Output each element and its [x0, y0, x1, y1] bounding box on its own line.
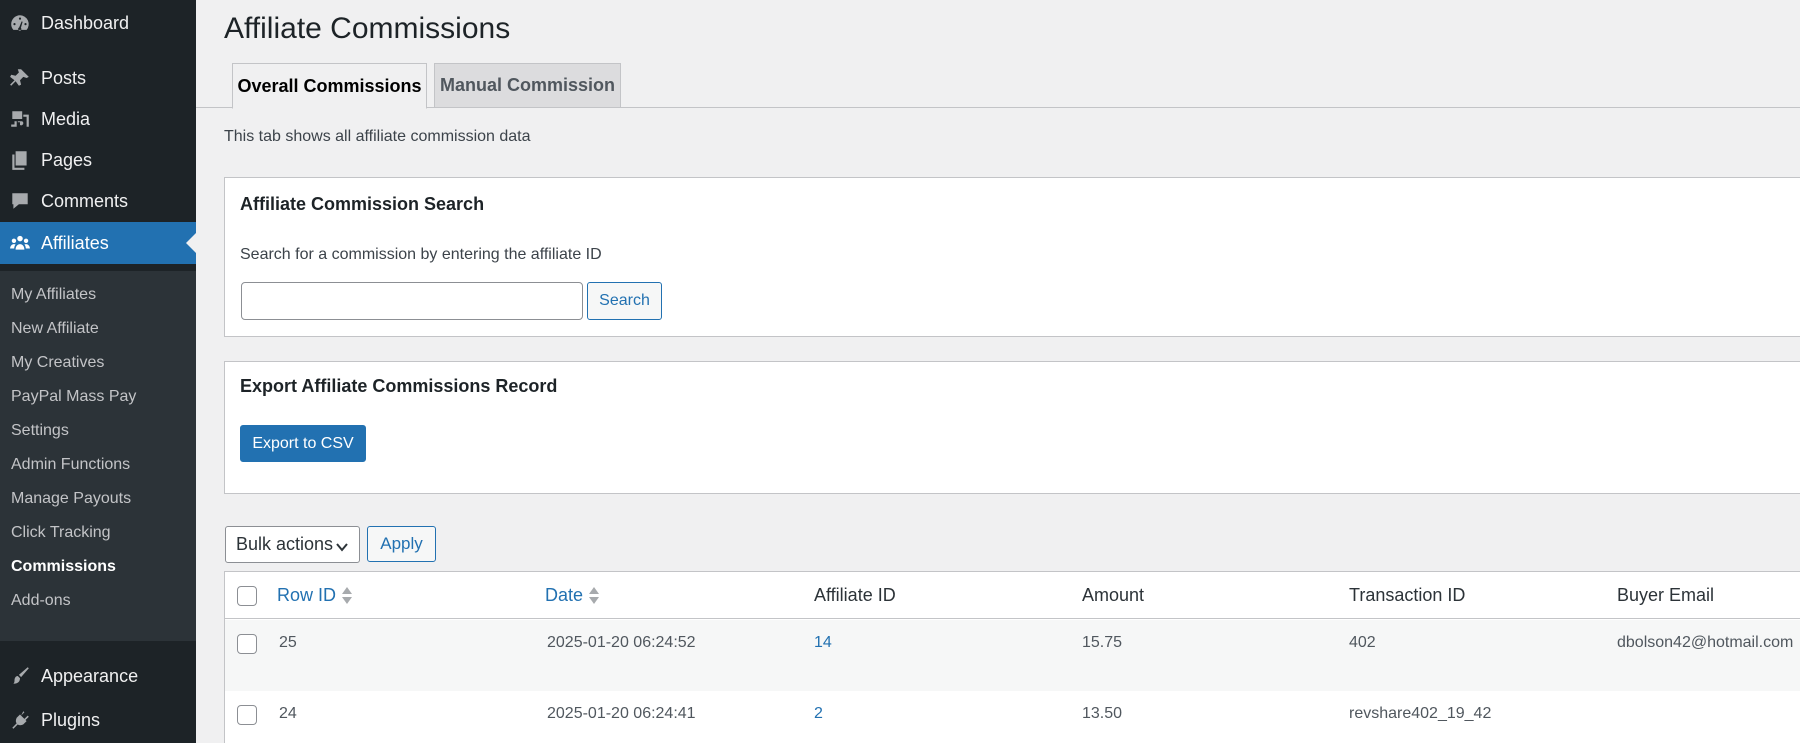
chevron-down-icon — [335, 538, 349, 552]
sort-arrows-icon — [342, 587, 353, 604]
tab-overall-commissions[interactable]: Overall Commissions — [232, 63, 427, 109]
submenu-click-tracking[interactable]: Click Tracking — [11, 522, 111, 544]
commission-search-box: Affiliate Commission Search Search for a… — [224, 177, 1800, 337]
submenu-my-affiliates[interactable]: My Affiliates — [11, 284, 96, 306]
menu-affiliates[interactable]: Affiliates — [0, 222, 196, 264]
submenu-admin-functions[interactable]: Admin Functions — [11, 454, 130, 476]
column-row-id[interactable]: Row ID — [277, 572, 353, 619]
submenu-commissions[interactable]: Commissions — [11, 556, 116, 578]
cell-transaction-id: 402 — [1349, 634, 1376, 651]
menu-media[interactable]: Media — [0, 98, 196, 140]
affiliates-submenu: My Affiliates New Affiliate My Creatives… — [0, 271, 196, 641]
table-header: Row ID Date Affiliate ID Amount Transact… — [225, 572, 1800, 619]
table-row: 25 2025-01-20 06:24:52 14 15.75 402 dbol… — [225, 620, 1800, 691]
cell-affiliate-id-link[interactable]: 14 — [814, 634, 832, 652]
current-menu-arrow — [186, 233, 196, 253]
cell-transaction-id: revshare402_19_42 — [1349, 705, 1492, 722]
page-title: Affiliate Commissions — [224, 12, 511, 45]
cell-amount: 15.75 — [1082, 634, 1123, 651]
cell-buyer-email: dbolson42@hotmail.com — [1617, 634, 1794, 651]
submenu-new-affiliate[interactable]: New Affiliate — [11, 318, 99, 340]
search-box-title: Affiliate Commission Search — [240, 194, 485, 214]
menu-label: Media — [41, 108, 91, 129]
export-commissions-box: Export Affiliate Commissions Record Expo… — [224, 361, 1800, 494]
nav-tab-wrapper: Overall Commissions Manual Commission — [196, 63, 1800, 109]
sort-arrows-icon — [589, 587, 600, 604]
export-box-title: Export Affiliate Commissions Record — [240, 376, 558, 396]
column-label: Row ID — [277, 585, 337, 605]
cell-date: 2025-01-20 06:24:41 — [547, 705, 696, 722]
cell-affiliate-id-link[interactable]: 2 — [814, 705, 823, 723]
brush-icon — [0, 665, 40, 687]
affiliate-id-search-input[interactable] — [241, 282, 583, 320]
column-amount: Amount — [1082, 585, 1145, 605]
search-box-text: Search for a commission by entering the … — [240, 246, 602, 263]
column-date[interactable]: Date — [545, 572, 600, 619]
column-buyer-email: Buyer Email — [1617, 585, 1715, 605]
menu-label: Plugins — [41, 709, 101, 730]
menu-label: Dashboard — [41, 12, 130, 33]
cell-amount: 13.50 — [1082, 705, 1123, 722]
cell-row-id: 25 — [279, 634, 297, 651]
menu-dashboard[interactable]: Dashboard — [0, 2, 196, 44]
menu-label: Pages — [41, 149, 93, 170]
column-affiliate-id: Affiliate ID — [814, 585, 896, 605]
menu-label: Posts — [41, 67, 87, 88]
column-transaction-id: Transaction ID — [1349, 585, 1466, 605]
tab-description: This tab shows all affiliate commission … — [224, 128, 531, 145]
column-label: Date — [545, 585, 584, 605]
submenu-paypal-mass-pay[interactable]: PayPal Mass Pay — [11, 386, 136, 408]
pin-icon — [0, 67, 40, 89]
groups-icon — [0, 232, 40, 254]
commissions-table: Row ID Date Affiliate ID Amount Transact… — [224, 571, 1800, 743]
pages-icon — [0, 149, 40, 171]
menu-appearance[interactable]: Appearance — [0, 655, 196, 697]
submenu-add-ons[interactable]: Add-ons — [11, 590, 71, 612]
submenu-my-creatives[interactable]: My Creatives — [11, 352, 104, 374]
menu-label: Comments — [41, 190, 129, 211]
bulk-actions-select[interactable]: Bulk actions — [225, 526, 360, 563]
media-icon — [0, 108, 40, 130]
main-content: Affiliate Commissions Overall Commission… — [196, 0, 1800, 743]
apply-button[interactable]: Apply — [367, 526, 436, 562]
select-all-checkbox[interactable] — [237, 586, 257, 606]
cell-date: 2025-01-20 06:24:52 — [547, 634, 696, 651]
row-checkbox[interactable] — [237, 705, 257, 725]
menu-label: Appearance — [41, 665, 139, 686]
cell-row-id: 24 — [279, 705, 297, 722]
dashboard-icon — [0, 12, 40, 34]
comment-icon — [0, 190, 40, 212]
menu-posts[interactable]: Posts — [0, 57, 196, 99]
menu-label: Affiliates — [41, 232, 109, 253]
menu-pages[interactable]: Pages — [0, 139, 196, 181]
submenu-settings[interactable]: Settings — [11, 420, 69, 442]
tab-manual-commission[interactable]: Manual Commission — [434, 63, 621, 108]
row-checkbox[interactable] — [237, 634, 257, 654]
export-to-csv-button[interactable]: Export to CSV — [240, 425, 366, 462]
search-button[interactable]: Search — [587, 282, 662, 320]
submenu-manage-payouts[interactable]: Manage Payouts — [11, 488, 131, 510]
table-row: 24 2025-01-20 06:24:41 2 13.50 revshare4… — [225, 691, 1800, 743]
bulk-actions-selected: Bulk actions — [236, 534, 334, 554]
menu-comments[interactable]: Comments — [0, 180, 196, 222]
plugin-icon — [0, 709, 40, 731]
admin-sidebar: Dashboard Posts Media Pages Comments Aff… — [0, 0, 196, 743]
menu-plugins[interactable]: Plugins — [0, 699, 196, 741]
